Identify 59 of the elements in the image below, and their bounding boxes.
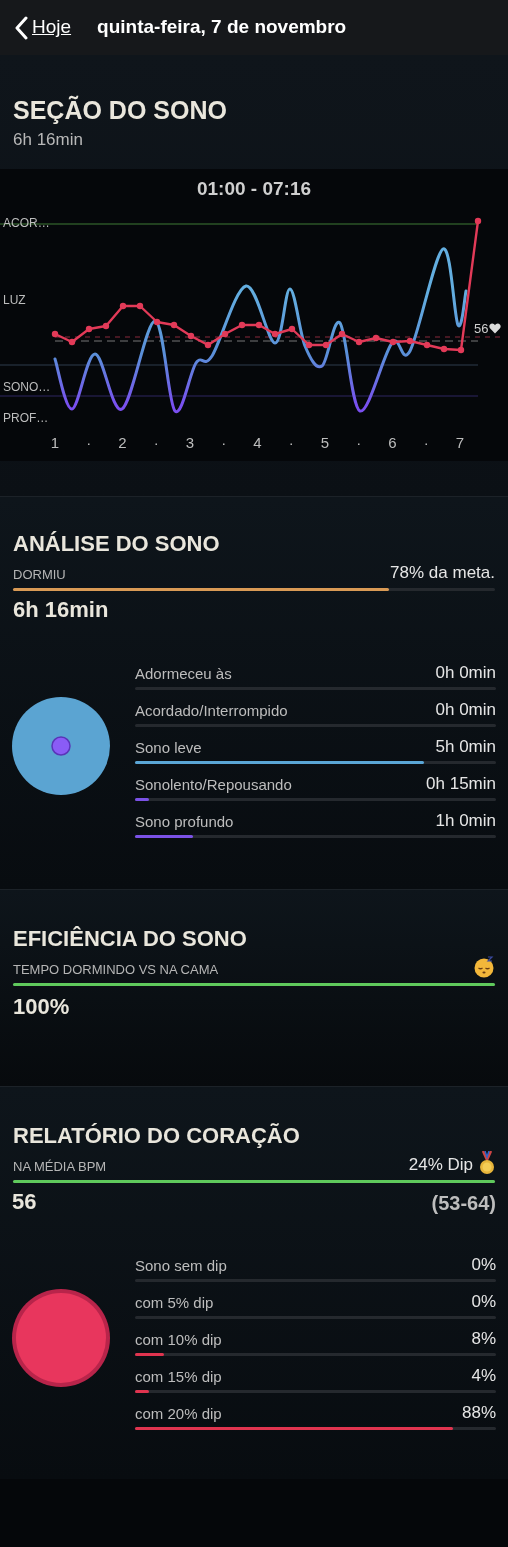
row-label: Sono profundo xyxy=(135,813,234,831)
sleep-total: 6h 16min xyxy=(12,597,110,623)
axis-label: 2 xyxy=(117,433,128,452)
row-value: 0h 0min xyxy=(435,663,496,683)
section-title: RELATÓRIO DO CORAÇÃO xyxy=(13,1122,301,1149)
axis-label: 1 xyxy=(49,433,61,452)
dip-text: 24% Dip xyxy=(408,1155,473,1175)
row-value: 4% xyxy=(471,1366,496,1386)
section-title: EFICIÊNCIA DO SONO xyxy=(13,925,248,952)
page-title: quinta-feira, 7 de novembro xyxy=(97,15,347,40)
sleeping-face-icon xyxy=(473,956,495,978)
axis-label: · xyxy=(220,433,228,452)
metric-label: DORMIU xyxy=(13,567,66,583)
row-label: Acordado/Interrompido xyxy=(135,702,288,720)
stage-label: LUZ xyxy=(3,292,26,307)
row-label: com 15% dip xyxy=(135,1368,222,1386)
medal-icon xyxy=(479,1151,495,1175)
section-title: SEÇÃO DO SONO xyxy=(12,94,228,125)
row-label: Adormeceu às xyxy=(135,665,232,683)
average-bpm: 56 xyxy=(12,1189,37,1215)
row-value: 8% xyxy=(471,1329,496,1349)
bpm-range: (53-64) xyxy=(431,1191,496,1215)
stage-label: ACOR… xyxy=(3,215,50,230)
row-value: 0h 15min xyxy=(426,774,496,794)
back-chevron-icon xyxy=(14,15,28,40)
row-label: com 20% dip xyxy=(135,1405,222,1423)
metric-label: TEMPO DORMINDO VS NA CAMA xyxy=(13,962,219,978)
axis-label: 7 xyxy=(454,433,466,452)
row-label: Sono sem dip xyxy=(135,1257,227,1275)
axis-label: · xyxy=(152,433,160,452)
goal-text: 78% da meta. xyxy=(390,563,495,583)
metric-label: NA MÉDIA BPM xyxy=(13,1159,107,1175)
axis-label: · xyxy=(85,433,93,452)
axis-label: · xyxy=(355,433,363,452)
heart-rate-reading: 56 xyxy=(474,320,489,337)
axis-label: 6 xyxy=(387,433,398,452)
row-label: Sonolento/Repousando xyxy=(135,776,292,794)
row-value: 0% xyxy=(471,1292,496,1312)
heart-icon xyxy=(489,323,502,334)
back-link[interactable]: Hoje xyxy=(14,13,72,42)
sleep-duration: 6h 16min xyxy=(12,129,84,151)
time-range: 01:00 - 07:16 xyxy=(195,176,313,201)
row-value: 0% xyxy=(471,1255,496,1275)
efficiency-value: 100% xyxy=(12,994,71,1020)
axis-label: 4 xyxy=(252,433,263,452)
row-value: 88% xyxy=(461,1403,496,1423)
axis-label: 5 xyxy=(319,433,331,452)
axis-label: 3 xyxy=(184,433,196,452)
section-title: ANÁLISE DO SONO xyxy=(13,530,221,557)
row-label: com 10% dip xyxy=(135,1331,222,1349)
axis-label: · xyxy=(287,433,295,452)
row-label: Sono leve xyxy=(135,739,202,757)
row-value: 1h 0min xyxy=(435,811,496,831)
row-value: 0h 0min xyxy=(435,700,496,720)
row-label: com 5% dip xyxy=(135,1294,214,1312)
axis-label: · xyxy=(422,433,430,452)
stage-label: PROF… xyxy=(3,410,49,425)
stage-label: SONO… xyxy=(3,379,51,394)
row-value: 5h 0min xyxy=(435,737,496,757)
